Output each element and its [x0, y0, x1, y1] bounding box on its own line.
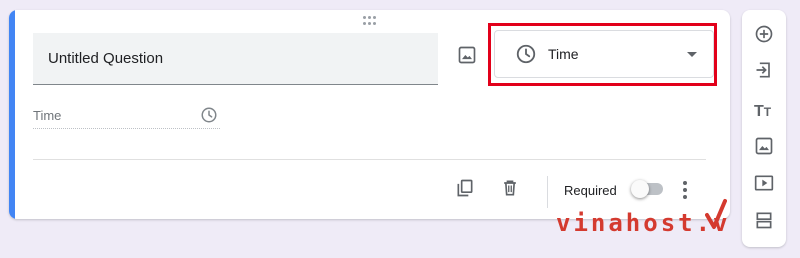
add-question-icon[interactable] — [754, 24, 774, 44]
add-image-icon[interactable] — [457, 45, 477, 65]
card-divider — [33, 159, 706, 160]
toggle-thumb — [631, 180, 649, 198]
time-answer-field: Time — [33, 102, 220, 129]
add-image-icon[interactable] — [754, 136, 774, 156]
drag-handle-icon[interactable] — [363, 16, 377, 26]
delete-icon[interactable] — [500, 178, 520, 198]
question-title-field[interactable]: Untitled Question — [33, 33, 438, 85]
required-label: Required — [564, 183, 617, 198]
checkmark-icon — [705, 199, 727, 229]
more-options-icon[interactable] — [681, 181, 689, 199]
side-toolbar: TT — [742, 10, 786, 247]
footer-separator — [547, 176, 548, 208]
required-toggle[interactable] — [631, 180, 663, 198]
add-title-icon[interactable]: TT — [754, 102, 771, 122]
time-answer-placeholder: Time — [33, 108, 62, 123]
clock-icon — [201, 107, 217, 123]
annotation-highlight-box — [488, 23, 717, 86]
question-title-text: Untitled Question — [48, 50, 164, 67]
add-section-icon[interactable] — [754, 210, 774, 230]
import-questions-icon[interactable] — [754, 60, 774, 80]
active-card-indicator — [9, 10, 15, 219]
duplicate-icon[interactable] — [455, 178, 475, 198]
add-video-icon[interactable] — [754, 173, 774, 193]
